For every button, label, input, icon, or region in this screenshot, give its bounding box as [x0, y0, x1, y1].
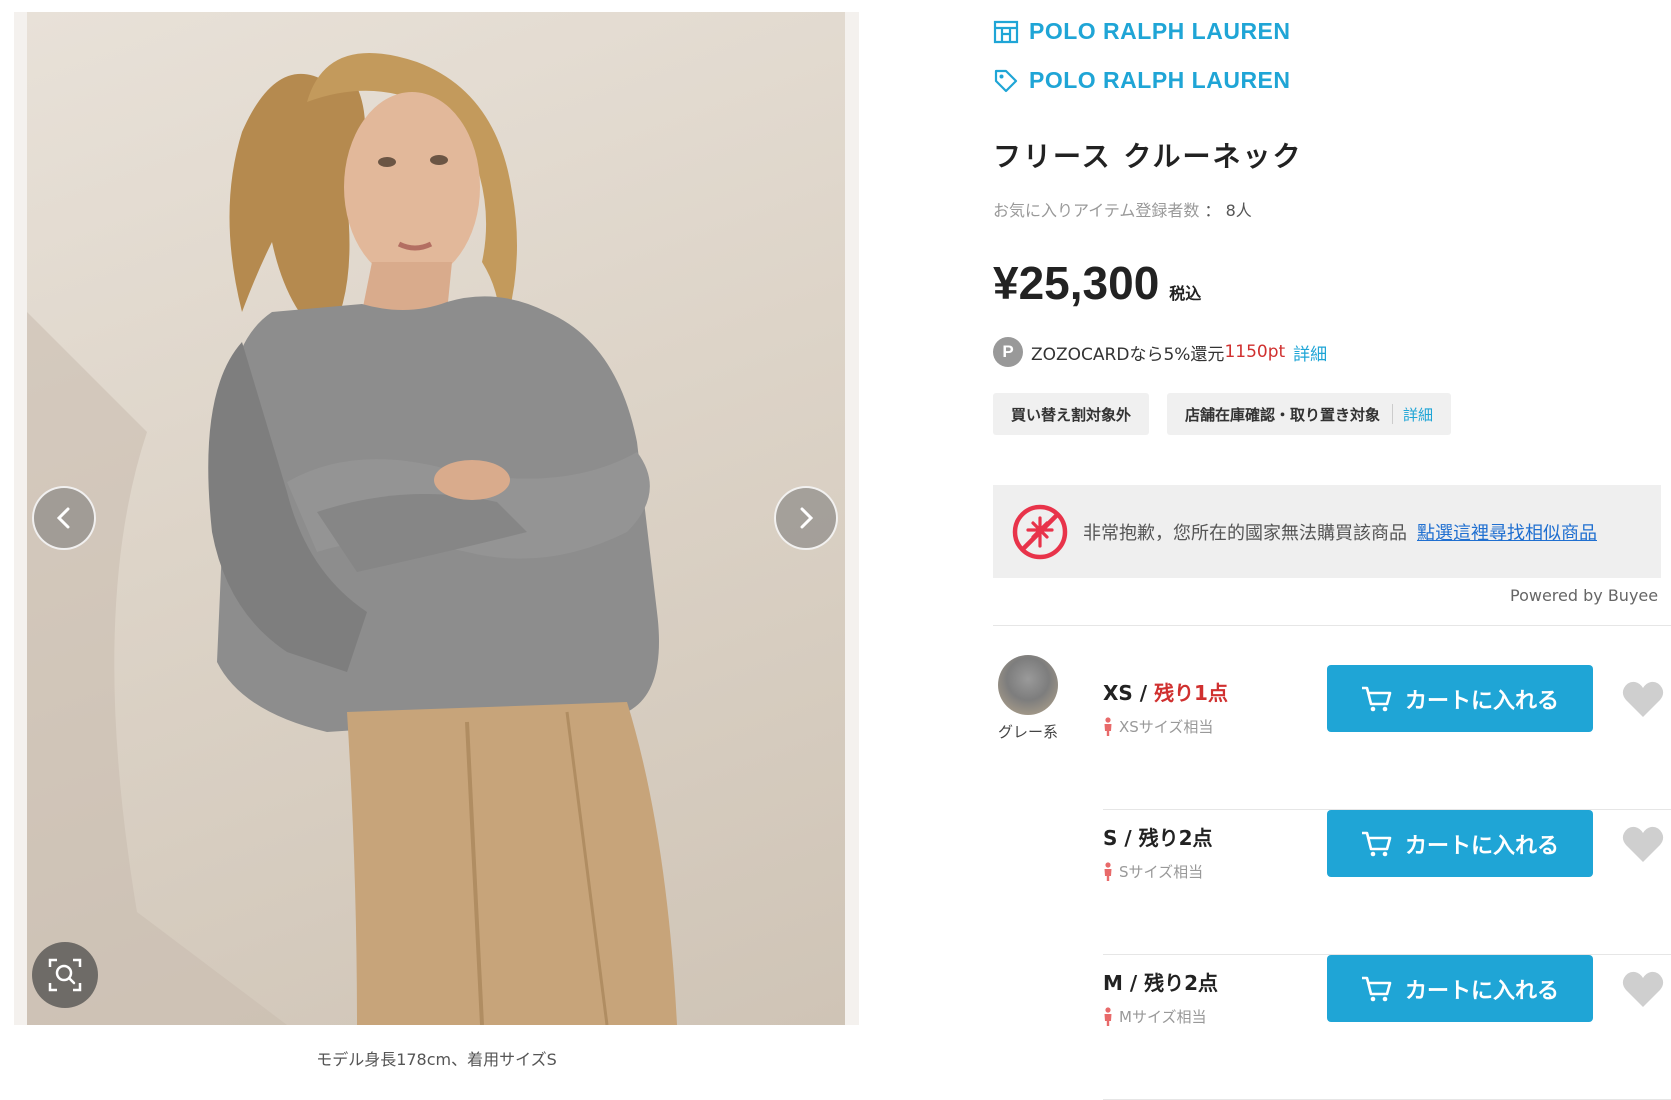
- points-detail-link[interactable]: 詳細: [1293, 340, 1327, 365]
- chevron-right-icon: [800, 507, 814, 529]
- zoom-search-button[interactable]: [32, 942, 98, 1008]
- favorites-count: 8人: [1225, 201, 1252, 220]
- heart-icon: [1622, 826, 1664, 862]
- tag-divider: [1392, 404, 1394, 424]
- color-name: グレー系: [997, 723, 1058, 741]
- person-icon: [1104, 861, 1112, 881]
- size-fit: Mサイズ相当: [1103, 1006, 1207, 1027]
- brand-link[interactable]: POLO RALPH LAUREN: [993, 67, 1291, 94]
- service-tags: 買い替え割対象外 店舗在庫確認・取り置き対象 詳細: [993, 393, 1452, 435]
- price-block: ¥25,300 税込: [993, 256, 1201, 310]
- store-icon: [993, 20, 1019, 43]
- model-illustration: [27, 53, 677, 1025]
- tag-icon: [994, 69, 1018, 92]
- store-stock-label: 店舗在庫確認・取り置き対象: [1185, 405, 1381, 424]
- size-stock-label: M / 残り2点: [1103, 967, 1218, 996]
- color-swatch[interactable]: グレー系: [993, 655, 1063, 742]
- favorite-button[interactable]: [1621, 679, 1665, 723]
- product-image-gallery: [14, 12, 859, 1025]
- favorite-button[interactable]: [1621, 969, 1665, 1013]
- size-row-xs: XS / 残り1点 XSサイズ相当 カートに入れる: [1103, 665, 1671, 810]
- add-to-cart-button[interactable]: カートに入れる: [1327, 665, 1593, 732]
- size-row-s: S / 残り2点 Sサイズ相当 カートに入れる: [1103, 810, 1671, 955]
- shop-link[interactable]: POLO RALPH LAUREN: [993, 18, 1291, 45]
- product-title: フリース クルーネック: [993, 140, 1303, 173]
- size-fit-label: XSサイズ相当: [1119, 718, 1214, 736]
- size-fit-label: Mサイズ相当: [1119, 1008, 1207, 1026]
- trade-in-tag: 買い替え割対象外: [993, 393, 1150, 435]
- size-stock-label: XS / 残り1点: [1103, 677, 1228, 706]
- add-to-cart-button[interactable]: カートに入れる: [1327, 955, 1593, 1022]
- brand-name: POLO RALPH LAUREN: [1029, 67, 1291, 93]
- size-fit: Sサイズ相当: [1103, 861, 1203, 882]
- size-row-m: M / 残り2点 Mサイズ相当 カートに入れる: [1103, 955, 1671, 1100]
- stock-remaining: 残り2点: [1144, 971, 1219, 995]
- zoom-search-icon: [48, 958, 82, 992]
- price-amount: ¥25,300: [993, 257, 1160, 309]
- powered-by-label: Powered by Buyee: [1510, 586, 1659, 605]
- cart-icon: [1361, 831, 1392, 856]
- stock-remaining: 残り2点: [1138, 826, 1213, 850]
- previous-image-button[interactable]: [32, 486, 96, 550]
- size-separator: /: [1117, 826, 1139, 850]
- points-badge-icon: P: [993, 337, 1023, 367]
- favorites-label: お気に入りアイテム登録者数: [993, 201, 1200, 220]
- add-to-cart-label: カートに入れる: [1404, 833, 1559, 859]
- tax-label: 税込: [1169, 284, 1202, 303]
- size-name: XS: [1103, 681, 1133, 705]
- cart-icon: [1361, 686, 1392, 711]
- color-thumbnail: [998, 655, 1058, 715]
- product-photo[interactable]: [27, 12, 845, 1025]
- size-name: M: [1103, 971, 1123, 995]
- points-text: ZOZOCARDなら5%還元: [1031, 344, 1225, 365]
- no-shipping-icon: [1012, 504, 1068, 559]
- section-divider: [993, 625, 1671, 626]
- person-icon: [1104, 716, 1112, 736]
- size-separator: /: [1132, 681, 1155, 705]
- heart-icon: [1622, 681, 1664, 717]
- image-caption: モデル身長178cm、着用サイズS: [316, 1050, 557, 1069]
- store-stock-detail-link[interactable]: 詳細: [1403, 404, 1433, 425]
- stock-remaining: 残り1点: [1154, 681, 1228, 705]
- favorites-separator: ：: [1204, 201, 1221, 220]
- shop-name: POLO RALPH LAUREN: [1029, 18, 1291, 44]
- favorites-count-line: お気に入りアイテム登録者数 ： 8人: [993, 197, 1252, 221]
- size-name: S: [1103, 826, 1118, 850]
- purchase-restriction-notice: 非常抱歉，您所在的國家無法購買該商品 點選這裡尋找相似商品: [993, 485, 1661, 578]
- points-amount: 1150pt: [1224, 342, 1286, 362]
- size-fit-label: Sサイズ相当: [1119, 863, 1204, 881]
- size-separator: /: [1122, 971, 1145, 995]
- restriction-message: 非常抱歉，您所在的國家無法購買該商品: [1083, 522, 1407, 544]
- heart-icon: [1622, 971, 1664, 1007]
- person-icon: [1104, 1006, 1112, 1026]
- add-to-cart-button[interactable]: カートに入れる: [1327, 810, 1593, 877]
- next-image-button[interactable]: [774, 486, 838, 550]
- trade-in-label: 買い替え割対象外: [1011, 405, 1132, 424]
- add-to-cart-label: カートに入れる: [1404, 978, 1559, 1004]
- add-to-cart-label: カートに入れる: [1404, 688, 1559, 714]
- chevron-left-icon: [56, 507, 70, 529]
- points-line: P ZOZOCARDなら5%還元 1150pt 詳細: [993, 337, 1327, 367]
- cart-icon: [1361, 976, 1392, 1001]
- favorite-button[interactable]: [1621, 824, 1665, 868]
- size-fit: XSサイズ相当: [1103, 716, 1213, 737]
- find-similar-link[interactable]: 點選這裡尋找相似商品: [1417, 519, 1597, 545]
- store-stock-tag: 店舗在庫確認・取り置き対象 詳細: [1167, 393, 1452, 435]
- size-stock-label: S / 残り2点: [1103, 822, 1213, 851]
